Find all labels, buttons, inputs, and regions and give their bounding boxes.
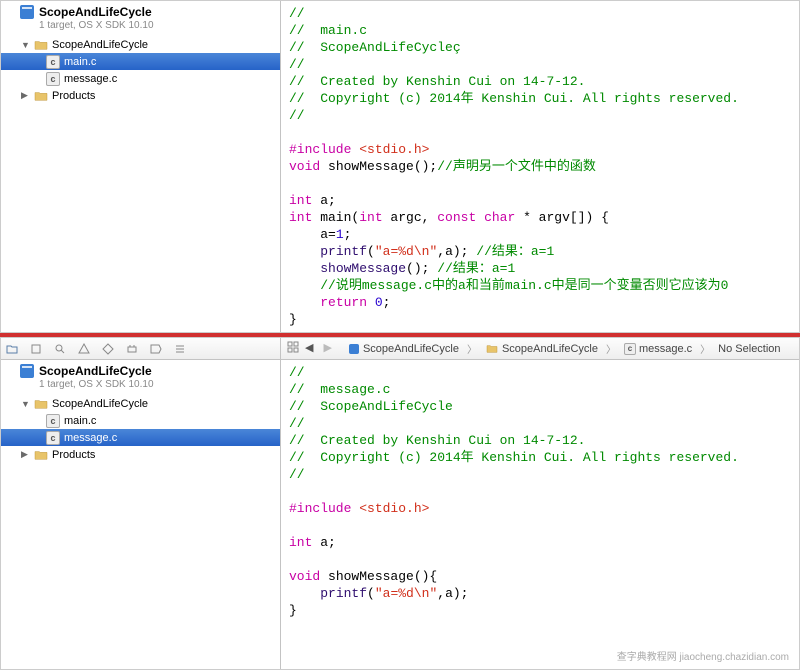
tree-folder-products[interactable]: ▶ Products	[1, 87, 280, 104]
issues-nav-icon[interactable]	[77, 342, 91, 356]
project-navigator: ScopeAndLifeCycle 1 target, OS X SDK 10.…	[1, 1, 281, 332]
test-nav-icon[interactable]	[101, 342, 115, 356]
jump-bar-file[interactable]: c message.c	[618, 343, 698, 355]
top-pane: ScopeAndLifeCycle 1 target, OS X SDK 10.…	[0, 0, 800, 333]
tree-file-message-c[interactable]: c message.c	[1, 70, 280, 87]
related-items-icon[interactable]	[287, 341, 299, 356]
project-header[interactable]: ScopeAndLifeCycle 1 target, OS X SDK 10.…	[1, 1, 280, 34]
folder-icon	[33, 448, 49, 462]
folder-label: Products	[52, 449, 95, 461]
jump-bar-project[interactable]: ScopeAndLifeCycle	[342, 343, 465, 355]
project-name: ScopeAndLifeCycle	[39, 5, 152, 19]
c-file-icon: c	[45, 55, 61, 69]
project-icon	[19, 363, 35, 379]
search-nav-icon[interactable]	[53, 342, 67, 356]
jump-bar: ◀ ▶ ScopeAndLifeCycle 〉 ScopeAndLifeCycl…	[281, 338, 799, 360]
folder-label: ScopeAndLifeCycle	[52, 39, 148, 51]
project-icon	[19, 4, 35, 20]
tree-file-message-c[interactable]: c message.c	[1, 429, 280, 446]
tree-file-main-c[interactable]: c main.c	[1, 412, 280, 429]
log-nav-icon[interactable]	[173, 342, 187, 356]
bottom-pane: ScopeAndLifeCycle 1 target, OS X SDK 10.…	[0, 337, 800, 670]
folder-label: Products	[52, 90, 95, 102]
file-tree: ▼ ScopeAndLifeCycle c main.c c message.c…	[1, 393, 280, 465]
disclosure-triangle-icon[interactable]: ▶	[21, 449, 33, 460]
tree-folder-products[interactable]: ▶ Products	[1, 446, 280, 463]
code-area[interactable]: // // message.c // ScopeAndLifeCycle // …	[281, 360, 799, 669]
project-subtitle: 1 target, OS X SDK 10.10	[19, 379, 274, 390]
tree-folder-root[interactable]: ▼ ScopeAndLifeCycle	[1, 395, 280, 412]
back-button[interactable]: ◀	[301, 341, 317, 356]
breakpoint-nav-icon[interactable]	[149, 342, 163, 356]
chevron-right-icon: 〉	[465, 341, 479, 356]
navigator-toolbar	[1, 338, 280, 360]
folder-nav-icon[interactable]	[5, 342, 19, 356]
file-label: main.c	[64, 56, 96, 68]
code-area[interactable]: // // main.c // ScopeAndLifeCycleç // //…	[281, 1, 799, 332]
project-name: ScopeAndLifeCycle	[39, 364, 152, 378]
file-label: message.c	[64, 432, 117, 444]
c-file-icon: c	[45, 72, 61, 86]
code-editor[interactable]: // // main.c // ScopeAndLifeCycleç // //…	[281, 1, 799, 332]
forward-button[interactable]: ▶	[319, 341, 335, 356]
project-subtitle: 1 target, OS X SDK 10.10	[19, 20, 274, 31]
c-file-icon: c	[45, 431, 61, 445]
symbol-nav-icon[interactable]	[29, 342, 43, 356]
jump-bar-folder[interactable]: ScopeAndLifeCycle	[479, 343, 604, 355]
folder-label: ScopeAndLifeCycle	[52, 398, 148, 410]
watermark: 查字典教程网 jiaocheng.chazidian.com	[614, 647, 792, 664]
disclosure-triangle-icon[interactable]: ▼	[21, 40, 33, 50]
disclosure-triangle-icon[interactable]: ▼	[21, 399, 33, 409]
tree-file-main-c[interactable]: c main.c	[1, 53, 280, 70]
c-file-icon: c	[45, 414, 61, 428]
folder-icon	[33, 38, 49, 52]
file-tree: ▼ ScopeAndLifeCycle c main.c c message.c…	[1, 34, 280, 106]
project-navigator: ScopeAndLifeCycle 1 target, OS X SDK 10.…	[1, 338, 281, 669]
tree-folder-root[interactable]: ▼ ScopeAndLifeCycle	[1, 36, 280, 53]
folder-icon	[33, 89, 49, 103]
folder-icon	[33, 397, 49, 411]
debug-nav-icon[interactable]	[125, 342, 139, 356]
chevron-right-icon: 〉	[604, 341, 618, 356]
project-header[interactable]: ScopeAndLifeCycle 1 target, OS X SDK 10.…	[1, 360, 280, 393]
jump-bar-selection[interactable]: No Selection	[712, 343, 786, 355]
file-label: message.c	[64, 73, 117, 85]
file-label: main.c	[64, 415, 96, 427]
code-editor[interactable]: ◀ ▶ ScopeAndLifeCycle 〉 ScopeAndLifeCycl…	[281, 338, 799, 669]
disclosure-triangle-icon[interactable]: ▶	[21, 90, 33, 101]
chevron-right-icon: 〉	[698, 341, 712, 356]
